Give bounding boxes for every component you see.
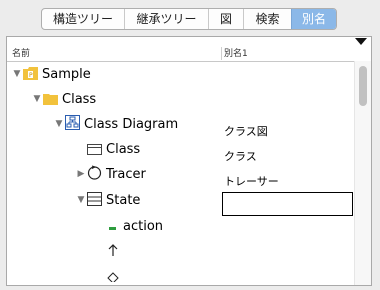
tree-row-class-item[interactable]: Class [75, 138, 140, 160]
tab-alias[interactable]: 別名 [291, 9, 336, 29]
tree-row-class-diagram[interactable]: ▼ Class Diagram [53, 113, 178, 135]
tree-label: Class Diagram [84, 116, 179, 132]
tab-bar: 構造ツリー 継承ツリー 図 検索 別名 [41, 8, 337, 30]
vertical-scrollbar[interactable] [354, 61, 371, 285]
tree-label: Class [106, 141, 141, 157]
tree-row-partial[interactable] [95, 265, 119, 286]
tree-row-action[interactable]: action [95, 215, 163, 237]
disclosure-collapsed-icon[interactable]: ▶ [75, 169, 87, 179]
svg-text:P: P [29, 72, 33, 79]
tree-label: Tracer [106, 166, 146, 182]
tab-diagram[interactable]: 図 [208, 9, 243, 29]
column-name-header[interactable]: 名前 [12, 48, 30, 60]
tree-row-tracer[interactable]: ▶ Tracer [75, 163, 146, 185]
tree-label: Class [62, 91, 97, 107]
column-menu-arrow-icon[interactable] [355, 38, 367, 45]
tree-row-class-package[interactable]: ▼ Class [31, 88, 97, 110]
class-diagram-icon [65, 114, 80, 134]
action-icon [107, 217, 119, 236]
alias-class-diagram[interactable]: クラス図 [224, 123, 268, 139]
disclosure-expanded-icon[interactable]: ▼ [31, 94, 43, 104]
column-alias-header[interactable]: 別名1 [224, 48, 248, 60]
disclosure-expanded-icon[interactable]: ▼ [11, 69, 23, 79]
transition-icon [107, 242, 119, 261]
alias-tree-panel: 名前 別名1 ▼ P Sample ▼ Class ▼ Class Diagra… [6, 36, 372, 286]
disclosure-expanded-icon[interactable]: ▼ [53, 119, 65, 129]
state-machine-icon [87, 165, 102, 184]
alias-edit-field[interactable] [222, 192, 353, 216]
tree-label: State [106, 192, 141, 208]
tree-row-sample[interactable]: ▼ P Sample [11, 63, 91, 85]
disclosure-expanded-icon[interactable]: ▼ [75, 195, 87, 205]
alias-class[interactable]: クラス [224, 148, 257, 164]
column-header: 名前 別名1 [7, 37, 371, 62]
scrollbar-thumb[interactable] [359, 66, 367, 106]
class-icon [87, 140, 102, 159]
tree-row-transition[interactable] [95, 240, 119, 262]
tab-structure-tree[interactable]: 構造ツリー [42, 9, 124, 29]
tree-row-state[interactable]: ▼ State [75, 189, 140, 211]
decision-icon [107, 267, 119, 286]
tab-search[interactable]: 検索 [243, 9, 291, 29]
folder-icon [43, 90, 58, 109]
project-icon: P [23, 65, 38, 84]
alias-tracer[interactable]: トレーサー [224, 173, 279, 189]
tab-inheritance-tree[interactable]: 継承ツリー [124, 9, 208, 29]
state-icon [87, 191, 102, 210]
tree-label: action [123, 218, 164, 234]
column-divider[interactable] [221, 47, 222, 60]
tree-label: Sample [42, 66, 91, 82]
